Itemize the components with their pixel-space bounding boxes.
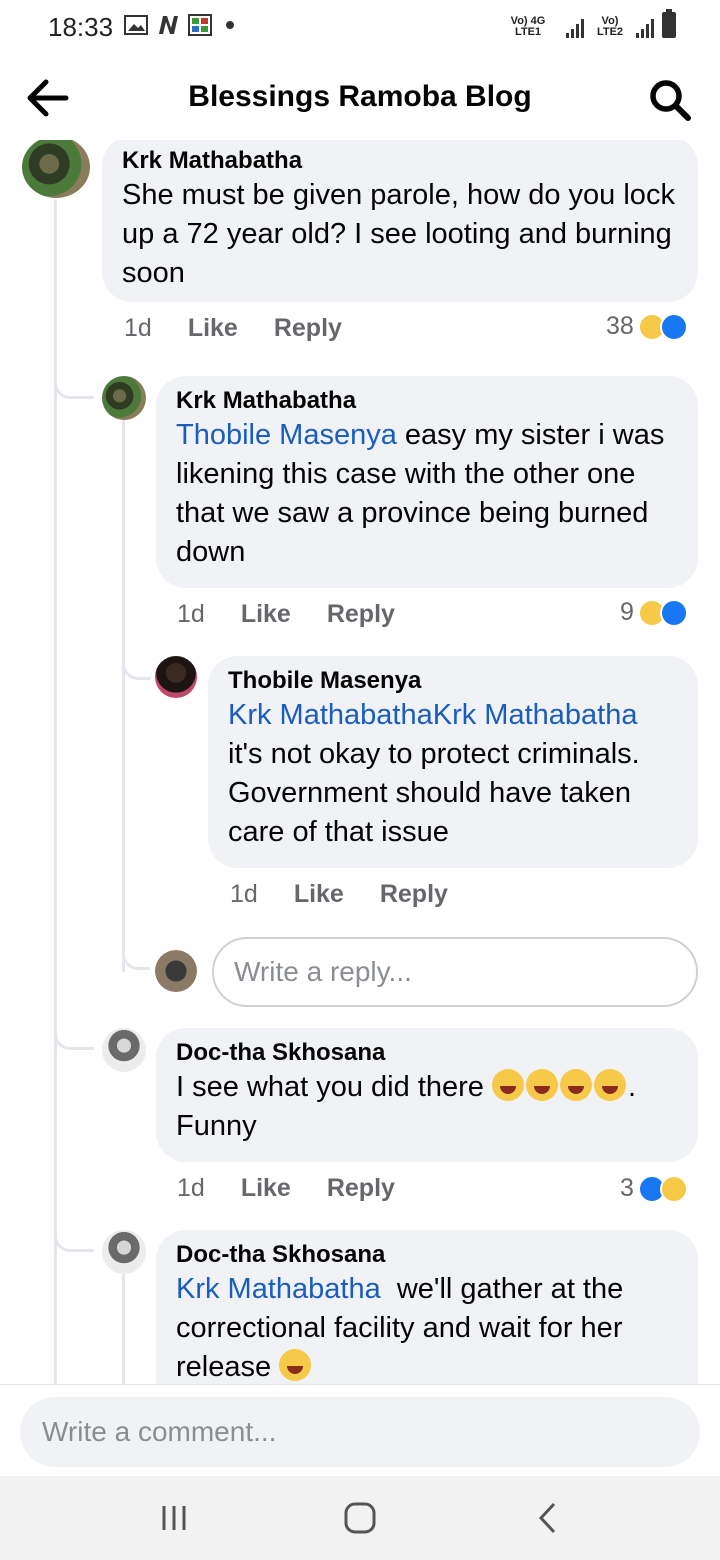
comment-bubble: Thobile Masenya Krk MathabathaKrk Mathab… [208,656,698,868]
chevron-left-icon [538,1502,556,1534]
thread-elbow [54,1222,94,1252]
avatar[interactable] [155,656,197,698]
comment-actions: 1d Like Reply [177,600,431,629]
comment-thread: Krk Mathabatha She must be given parole,… [0,140,720,1384]
back-nav-button[interactable] [524,1498,572,1538]
reaction-summary[interactable]: 38 [606,312,688,341]
like-button[interactable]: Like [241,1174,291,1203]
comment-text: Krk Mathabatha we'll gather at the corre… [176,1270,678,1384]
status-bar: 18:33 Vo) 4G LTE1 Vo) LTE2 [0,0,720,56]
reaction-count: 3 [620,1174,634,1202]
comment-text-rest: it's not okay to protect criminals. Gove… [228,738,640,848]
comment-author[interactable]: Doc-tha Skhosana [176,1240,678,1270]
reply-button[interactable]: Reply [274,314,342,343]
like-reaction-icon [659,598,688,627]
notification-icons [124,14,234,36]
comment-bubble: Krk Mathabatha She must be given parole,… [102,140,698,302]
thread-elbow [122,940,150,970]
comment-actions: 1d Like Reply [230,880,484,909]
comment-time: 1d [177,600,205,628]
comment-time: 1d [177,1174,205,1202]
current-user-avatar [155,950,197,992]
haha-reaction-icon [659,1174,688,1203]
reaction-count: 9 [620,598,634,626]
battery-icon [662,9,676,38]
app-header: Blessings Ramoba Blog [0,56,720,140]
comment-text: Krk MathabathaKrk Mathabatha it's not oka… [228,696,678,852]
laughing-emoji-icon [491,1069,524,1101]
comment-actions: 1d Like Reply [124,314,378,343]
comment-author[interactable]: Krk Mathabatha [176,386,678,416]
avatar[interactable] [102,1230,146,1274]
recent-apps-button[interactable] [150,1498,198,1538]
status-time: 18:33 [48,12,114,42]
comment-author[interactable]: Thobile Masenya [228,666,678,696]
like-button[interactable]: Like [188,314,238,343]
like-reaction-icon [659,312,688,341]
signal-bars-icon [566,16,584,38]
reply-button[interactable]: Reply [327,1174,395,1203]
thread-elbow [54,1020,94,1050]
comment-text: Thobile Masenya easy my sister i was lik… [176,416,678,572]
mention-link[interactable]: Krk Mathabatha [176,1273,381,1305]
like-button[interactable]: Like [241,600,291,629]
thread-elbow [122,650,150,680]
signal-bars-2-icon [636,16,654,38]
thread-elbow [54,365,94,399]
page-title: Blessings Ramoba Blog [188,80,532,113]
comment-text: I see what you did there . Funny [176,1068,678,1146]
comment-actions: 1d Like Reply [177,1174,431,1203]
comment-bubble: Doc-tha Skhosana Krk Mathabatha we'll ga… [156,1230,698,1384]
home-icon [344,1502,376,1534]
news-n-icon [159,16,178,34]
comment-author[interactable]: Krk Mathabatha [122,146,678,176]
search-icon [650,80,691,121]
comment-author[interactable]: Doc-tha Skhosana [176,1038,678,1068]
mention-link[interactable]: Thobile Masenya [176,419,397,451]
laughing-emoji-icon [279,1349,312,1381]
laughing-emoji-icon [593,1069,626,1101]
system-nav-bar [0,1476,720,1560]
laughing-emoji-icon [525,1069,558,1101]
comment-bubble: Doc-tha Skhosana I see what you did ther… [156,1028,698,1162]
search-button[interactable] [646,76,694,124]
comment-composer: Write a comment... [0,1384,720,1476]
reply-button[interactable]: Reply [380,880,448,909]
like-button[interactable]: Like [294,880,344,909]
app-grid-icon [188,14,212,36]
comment-bubble: Krk Mathabatha Thobile Masenya easy my s… [156,376,698,588]
reply-button[interactable]: Reply [327,600,395,629]
comment-time: 1d [230,880,258,908]
avatar[interactable] [102,1028,146,1072]
more-notifications-dot [226,21,234,29]
thread-line-reply-2 [122,1270,125,1384]
reaction-summary[interactable]: 9 [620,598,688,627]
avatar[interactable] [22,140,90,198]
avatar[interactable] [102,376,146,420]
gallery-icon [124,15,148,35]
laughing-emoji-icon [559,1069,592,1101]
recent-apps-icon [162,1506,186,1530]
comment-input[interactable]: Write a comment... [20,1397,700,1467]
reply-input[interactable]: Write a reply... [212,937,698,1007]
reaction-count: 38 [606,312,634,340]
comment-time: 1d [124,314,152,342]
comment-text-start: I see what you did there [176,1071,492,1103]
sim1-label: Vo) 4G LTE1 [510,15,546,38]
reaction-summary[interactable]: 3 [620,1174,688,1203]
home-button[interactable] [336,1498,384,1538]
signal-area: Vo) 4G LTE1 Vo) LTE2 [498,9,676,38]
thread-line-reply [122,412,125,972]
sim2-label: Vo) LTE2 [596,15,624,38]
mention-link[interactable]: Krk MathabathaKrk Mathabatha [228,699,637,731]
comment-text: She must be given parole, how do you loc… [122,179,675,289]
